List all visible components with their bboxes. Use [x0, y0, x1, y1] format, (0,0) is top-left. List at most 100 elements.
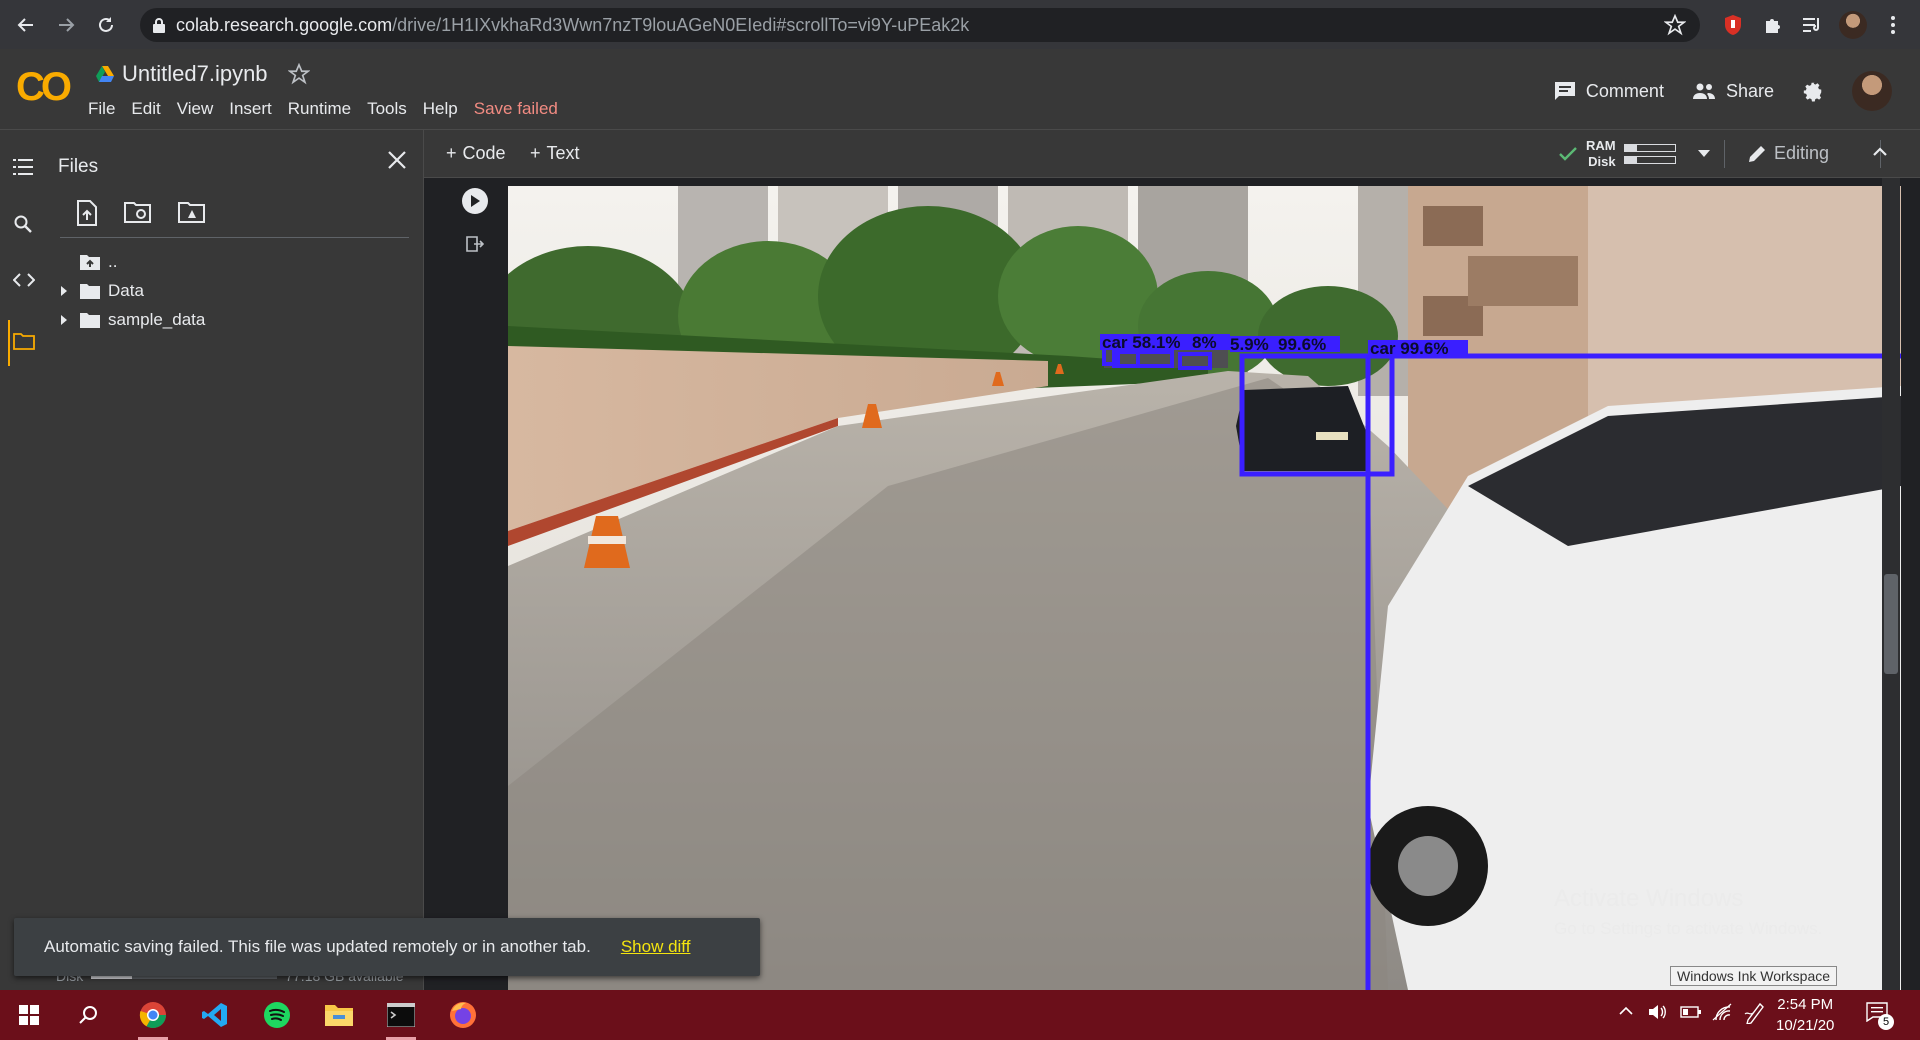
menu-runtime[interactable]: Runtime — [288, 99, 351, 119]
menu-bar: File Edit View Insert Runtime Tools Help… — [88, 99, 558, 119]
forward-button[interactable] — [48, 7, 84, 43]
file-explorer-taskbar-icon[interactable] — [322, 998, 356, 1032]
volume-icon[interactable] — [1648, 1003, 1668, 1021]
menu-view[interactable]: View — [177, 99, 214, 119]
back-arrow-icon — [17, 17, 33, 32]
cell-gutter — [424, 178, 508, 990]
collapse-header-icon[interactable] — [1872, 146, 1888, 156]
windows-taskbar: 2:54 PM 10/21/20 5 — [0, 990, 1920, 1040]
editing-label: Editing — [1774, 143, 1830, 163]
disk-bar-fill — [1624, 157, 1638, 163]
url-path: /drive/1H1IXvkhaRd3Wwn7nzT9louAGeN0EIedi… — [392, 14, 970, 35]
share-button[interactable]: Share — [1692, 81, 1774, 102]
plus-icon: + — [530, 143, 541, 163]
spotify-taskbar-icon[interactable] — [260, 998, 294, 1032]
close-panel-icon[interactable] — [387, 150, 407, 170]
tree-item-data[interactable]: Data — [56, 281, 144, 301]
toolbar-divider — [1724, 140, 1725, 168]
scrollbar-thumb[interactable] — [1884, 574, 1898, 674]
vertical-scrollbar[interactable] — [1882, 178, 1900, 990]
reload-button[interactable] — [88, 7, 124, 43]
notebook-toolbar: + Code + Text RAM Disk Editing — [424, 130, 1920, 178]
menu-file[interactable]: File — [88, 99, 115, 119]
settings-gear-icon[interactable] — [1802, 80, 1824, 102]
terminal-taskbar-icon[interactable] — [384, 998, 418, 1040]
detection-label: 8% — [1192, 333, 1217, 352]
extensions-puzzle-icon[interactable] — [1760, 12, 1786, 38]
parent-folder-icon — [80, 255, 100, 270]
editing-mode-button[interactable]: Editing — [1748, 143, 1829, 164]
upload-file-icon[interactable] — [76, 200, 98, 226]
windows-ink-pen-icon[interactable] — [1744, 1000, 1766, 1024]
tray-expand-chevron-icon[interactable] — [1618, 1005, 1634, 1015]
extension-red-icon[interactable] — [1720, 12, 1746, 38]
refresh-folder-icon[interactable] — [124, 200, 152, 226]
header-actions: Comment Share — [1554, 71, 1892, 111]
battery-icon[interactable] — [1680, 1004, 1702, 1020]
files-panel-title: Files — [58, 156, 99, 177]
watermark-subtitle: Go to Settings to activate Windows. — [1554, 919, 1823, 938]
add-text-button[interactable]: + Text — [530, 143, 580, 164]
chrome-taskbar-icon[interactable] — [136, 998, 170, 1040]
pencil-icon — [1749, 145, 1765, 162]
chrome-menu-icon[interactable] — [1880, 12, 1906, 38]
resources-dropdown-icon[interactable] — [1697, 150, 1710, 158]
tree-item-label: .. — [108, 252, 118, 271]
menu-tools[interactable]: Tools — [367, 99, 407, 119]
play-icon — [471, 195, 480, 207]
detection-output-image: car 58.1% 8% 5.9% 99.6% car 99.6% — [508, 186, 1901, 990]
mount-drive-icon[interactable] — [178, 200, 206, 226]
comment-button[interactable]: Comment — [1554, 81, 1664, 102]
menu-help[interactable]: Help — [423, 99, 458, 119]
back-button[interactable] — [8, 7, 44, 43]
folder-icon — [80, 284, 100, 299]
account-avatar[interactable] — [1852, 71, 1892, 111]
active-indicator — [8, 320, 10, 366]
add-code-button[interactable]: + Code — [446, 143, 506, 164]
tree-item-parent[interactable]: .. — [80, 252, 117, 272]
star-notebook-icon[interactable] — [287, 63, 310, 85]
media-queue-icon[interactable] — [1800, 12, 1826, 38]
output-menu-icon[interactable] — [466, 236, 484, 252]
detection-label: car 99.6% — [1370, 339, 1448, 358]
resources-indicator[interactable]: RAM Disk — [1558, 138, 1710, 170]
watermark-title: Activate Windows — [1554, 885, 1744, 912]
clock-time: 2:54 PM — [1777, 996, 1834, 1013]
taskbar-search-icon[interactable] — [72, 998, 106, 1032]
detection-label: car 58.1% — [1102, 333, 1180, 352]
code-snippets-icon[interactable] — [13, 272, 35, 294]
connected-check-icon — [1559, 147, 1577, 161]
forward-arrow-icon — [59, 17, 75, 32]
save-status[interactable]: Save failed — [474, 99, 558, 119]
system-clock[interactable]: 2:54 PM 10/21/20 — [1776, 994, 1834, 1036]
menu-insert[interactable]: Insert — [229, 99, 272, 119]
expand-caret-icon[interactable] — [56, 312, 72, 328]
lock-icon — [153, 18, 165, 33]
bookmark-star-icon[interactable] — [1664, 14, 1686, 36]
colab-logo[interactable]: CO — [16, 65, 72, 110]
notebook-title[interactable]: Untitled7.ipynb — [122, 61, 268, 87]
comment-label: Comment — [1585, 80, 1664, 101]
disk-label: Disk — [1588, 154, 1616, 169]
files-toolbar — [76, 200, 206, 226]
tree-item-sample-data[interactable]: sample_data — [56, 310, 205, 330]
show-diff-link[interactable]: Show diff — [621, 937, 691, 957]
windows-start-icon[interactable] — [12, 998, 46, 1032]
files-folder-icon[interactable] — [13, 332, 35, 354]
browser-toolbar: colab.research.google.com/drive/1H1IXvkh… — [0, 0, 1920, 49]
files-panel: Files .. Data sample_data Disk 77.18 GB … — [46, 130, 424, 990]
google-drive-icon — [96, 66, 114, 82]
expand-caret-icon[interactable] — [56, 283, 72, 299]
disk-bar — [1623, 156, 1676, 164]
menu-edit[interactable]: Edit — [131, 99, 160, 119]
plus-icon: + — [446, 143, 457, 163]
sidebar-icon-strip — [0, 130, 46, 990]
vscode-taskbar-icon[interactable] — [198, 998, 232, 1032]
profile-avatar[interactable] — [1838, 10, 1868, 40]
search-icon[interactable] — [13, 214, 35, 236]
firefox-taskbar-icon[interactable] — [446, 998, 480, 1032]
wifi-icon[interactable] — [1712, 1002, 1734, 1022]
run-cell-button[interactable] — [462, 188, 488, 214]
table-of-contents-icon[interactable] — [13, 158, 35, 180]
address-bar[interactable]: colab.research.google.com/drive/1H1IXvkh… — [140, 8, 1700, 42]
